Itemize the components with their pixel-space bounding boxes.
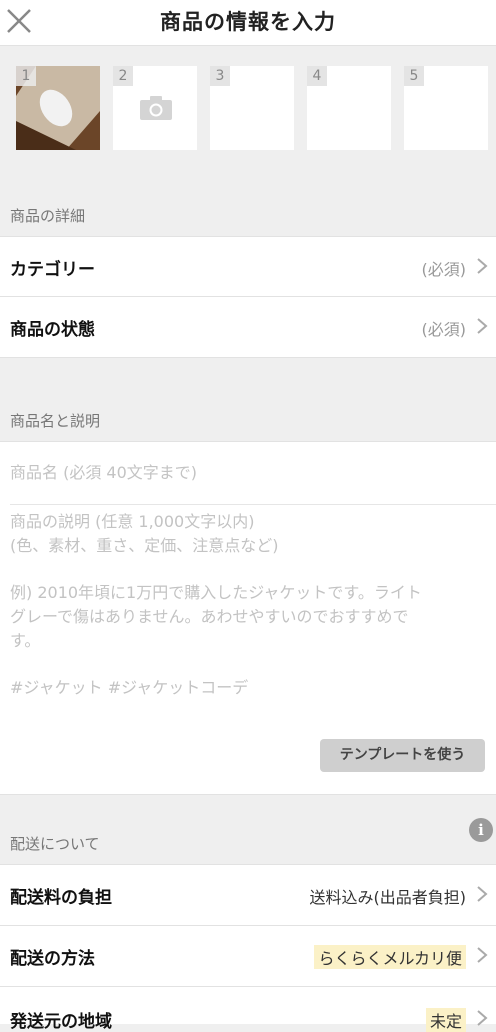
shipping-method-row[interactable]: 配送の方法 らくらくメルカリ便 bbox=[0, 925, 496, 986]
photo-slot-number: 3 bbox=[210, 66, 230, 86]
photo-slot-2[interactable]: 2 bbox=[113, 66, 197, 150]
desc-line: #ジャケット #ジャケットコーデ bbox=[10, 678, 249, 697]
use-template-button[interactable]: テンプレートを使う bbox=[320, 739, 485, 772]
desc-line: 商品の説明 (任意 1,000文字以内) bbox=[10, 512, 255, 531]
photo-slot-1[interactable]: 1 bbox=[16, 66, 100, 150]
chevron-right-icon bbox=[477, 886, 488, 902]
chevron-right-icon bbox=[477, 258, 488, 274]
condition-value: (必須) bbox=[421, 320, 467, 339]
header-bar: 商品の情報を入力 bbox=[0, 0, 496, 46]
desc-line: す。 bbox=[10, 631, 41, 650]
category-label: カテゴリー bbox=[10, 260, 95, 280]
item-name-input[interactable]: 商品名 (必須 40文字まで) bbox=[10, 461, 197, 485]
section-label-details: 商品の詳細 bbox=[10, 207, 86, 225]
shipping-method-value: らくらくメルカリ便 bbox=[314, 945, 466, 969]
divider bbox=[10, 504, 496, 505]
photo-slot-number: 4 bbox=[307, 66, 327, 86]
photo-slot-number: 5 bbox=[404, 66, 424, 86]
shipping-fee-value: 送料込み(出品者負担) bbox=[309, 888, 467, 907]
condition-row[interactable]: 商品の状態 (必須) bbox=[0, 296, 496, 358]
shipping-origin-row[interactable]: 発送元の地域 未定 bbox=[0, 986, 496, 1032]
page-title: 商品の情報を入力 bbox=[160, 10, 336, 34]
shipping-fee-label: 配送料の負担 bbox=[10, 888, 112, 908]
shipping-origin-value: 未定 bbox=[425, 1008, 466, 1032]
info-icon[interactable]: i bbox=[469, 818, 493, 842]
photo-slot-5[interactable]: 5 bbox=[404, 66, 488, 150]
desc-line: (色、素材、重さ、定価、注意点など) bbox=[10, 536, 279, 555]
shipping-origin-label: 発送元の地域 bbox=[10, 1012, 112, 1032]
chevron-right-icon bbox=[477, 318, 488, 334]
chevron-right-icon bbox=[477, 947, 488, 963]
condition-label: 商品の状態 bbox=[10, 320, 95, 340]
photo-slot-3[interactable]: 3 bbox=[210, 66, 294, 150]
photo-slot-number: 2 bbox=[113, 66, 133, 86]
desc-line: グレーで傷はありません。あわせやすいのでおすすめで bbox=[10, 607, 409, 626]
photo-slot-4[interactable]: 4 bbox=[307, 66, 391, 150]
section-label-shipping: 配送について bbox=[10, 835, 100, 853]
category-value: (必須) bbox=[421, 260, 467, 279]
shipping-fee-row[interactable]: 配送料の負担 送料込み(出品者負担) bbox=[0, 864, 496, 925]
category-row[interactable]: カテゴリー (必須) bbox=[0, 236, 496, 296]
shipping-method-label: 配送の方法 bbox=[10, 949, 95, 969]
photo-slot-number: 1 bbox=[16, 66, 36, 86]
section-label-name-desc: 商品名と説明 bbox=[10, 412, 101, 430]
chevron-right-icon bbox=[477, 1010, 488, 1026]
desc-line: 例) 2010年頃に1万円で購入したジャケットです。ライト bbox=[10, 583, 422, 602]
camera-icon bbox=[140, 96, 172, 120]
photo-slots: 1 2 3 4 5 bbox=[16, 66, 496, 150]
item-description-input[interactable]: 商品の説明 (任意 1,000文字以内) (色、素材、重さ、定価、注意点など) … bbox=[0, 510, 496, 710]
